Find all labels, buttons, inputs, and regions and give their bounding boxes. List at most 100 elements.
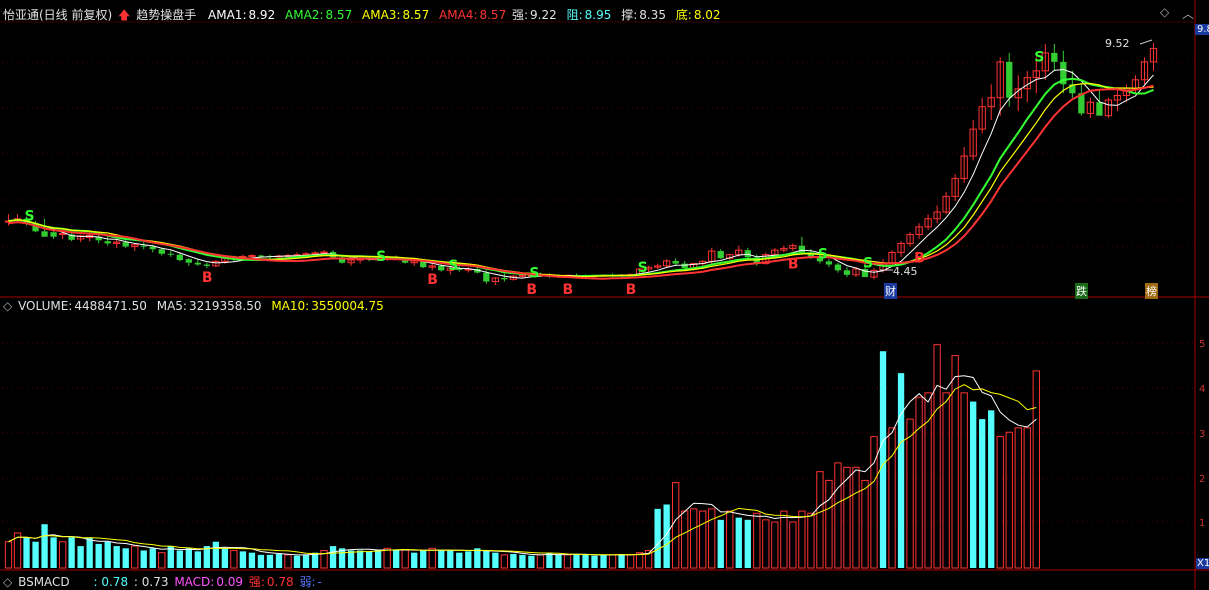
tag-fall[interactable]: 跌 [1075, 283, 1088, 299]
volume-bar-down [50, 537, 57, 568]
volume-unit[interactable]: X1 [1196, 558, 1209, 569]
macd-strong-value: 0.78 [266, 575, 294, 589]
price-panel-header: 怡亚通(日线 前复权) 🡅 趋势操盘手 AMA1: 8.92 AMA2: 8.57 … [3, 6, 508, 27]
macd-strong-label: 强: [248, 575, 265, 589]
candle-body-down [50, 232, 57, 237]
indicator-name[interactable]: 趋势操盘手 [136, 8, 196, 22]
candle-body-down [798, 245, 806, 253]
stock-chart[interactable]: B BB B BB BSSS S SSSS54321 [0, 0, 1209, 590]
resist-label: 阻: [566, 8, 583, 22]
volume-bar-up [834, 462, 842, 569]
volume-bar-up [626, 554, 635, 569]
volume-bar-up [816, 471, 824, 569]
volume-bar-down [86, 537, 93, 568]
low-price-label: 4.45 [893, 265, 918, 278]
volume-bar-up [681, 510, 689, 569]
candle-body-down [843, 270, 851, 275]
volume-bar-down [221, 548, 229, 568]
volume-bar-up [383, 547, 391, 569]
volume-bar-up [807, 512, 815, 569]
volume-bar-up [699, 510, 707, 569]
volume-bar-up [1032, 370, 1040, 569]
tag-ranking[interactable]: 榜 [1145, 283, 1158, 299]
volume-bar-down [483, 550, 490, 568]
candle-body-down [167, 253, 174, 255]
macd-weak-label: 弱: [299, 575, 316, 589]
candle-body-up [320, 251, 328, 254]
volume-bar-down [438, 549, 445, 568]
volume-bar-up [789, 521, 797, 569]
volume-bar-down [988, 410, 995, 568]
volume-bar-down [185, 548, 192, 568]
volume-bar-down [23, 537, 30, 568]
volume-bar-down [447, 550, 454, 568]
candle-body-down [203, 264, 211, 266]
sell-signal-mark: S [818, 247, 828, 263]
volume-bar-down [528, 555, 535, 568]
volume-bar-up [401, 549, 409, 569]
candle-body-up [58, 233, 67, 236]
macd-panel-header: ◇ BSMACD : 0.78 : 0.73 MACD: 0.09 强: 0.78 … [3, 573, 324, 590]
strong-value: 9.22 [530, 8, 557, 22]
resist-value: 8.95 [584, 8, 612, 22]
candle-body-up [311, 252, 319, 255]
volume-bar-down [122, 548, 129, 568]
volume-bar-down [510, 553, 517, 568]
volume-bar-down [356, 550, 364, 568]
bottom-value: 8.02 [693, 8, 721, 22]
candle-body-down [194, 262, 201, 265]
volume-bar-down [456, 552, 463, 568]
volume-bar-down [203, 546, 211, 568]
buy-signal-mark: B [562, 282, 573, 298]
candle-body-down [672, 260, 679, 264]
price-top-tick: 9.8 [1195, 24, 1209, 35]
volume-bar-down [347, 550, 355, 568]
macd-value-2: : 0.73 [133, 575, 169, 589]
volume-bar-up [771, 521, 779, 569]
candle-body-up [302, 253, 310, 256]
volume-icon: ◇ [3, 299, 13, 313]
volume-bar-up [960, 392, 968, 569]
volume-panel-header: ◇ VOLUME: 4488471.50 MA5: 3219358.50 MA10:… [3, 299, 386, 313]
volume-bar-up [888, 427, 896, 569]
volume-bar-down [257, 554, 265, 568]
sell-signal-mark: S [25, 209, 35, 225]
macd-value-1: : 0.78 [93, 575, 129, 589]
volume-axis-tick: 1 [1199, 518, 1205, 529]
volume-bar-down [879, 351, 887, 568]
volume-bar-down [32, 541, 39, 568]
candle-body-down [681, 263, 688, 269]
diamond-icon[interactable]: ◇ [1160, 5, 1169, 19]
macd-value: 0.09 [216, 575, 244, 589]
volume-bar-up [284, 554, 292, 569]
volume-bar-down [104, 541, 111, 568]
buy-signal-mark: B [526, 282, 537, 298]
volume-bar-down [113, 546, 120, 568]
stock-name[interactable]: 怡亚通(日线 前复权) [3, 8, 112, 22]
macd-label: MACD: [174, 575, 215, 589]
volume-bar-up [726, 510, 734, 569]
volume-bar-down [979, 419, 986, 568]
volume-bar-up [915, 396, 923, 569]
chevron-up-icon[interactable]: ︿ [1182, 5, 1194, 22]
candle-body-down [1051, 52, 1058, 62]
tag-finance[interactable]: 财 [884, 283, 897, 299]
macd-name[interactable]: BSMACD [18, 575, 70, 589]
volume-bar-down [618, 553, 625, 568]
sell-signal-mark: S [529, 265, 539, 281]
volume-bar-down [735, 517, 742, 568]
volume-axis-tick: 4 [1199, 384, 1205, 395]
volume-bar-down [492, 552, 499, 568]
bottom-label: 底: [675, 8, 692, 22]
volume-axis-tick: 5 [1199, 339, 1205, 350]
volume-bar-up [1023, 427, 1031, 569]
volume-bar-up [428, 547, 436, 569]
volume-bar-down [555, 554, 562, 568]
candle-body-down [501, 277, 508, 280]
volume-bar-down [897, 373, 905, 568]
candle-body-down [744, 250, 751, 258]
volume-bar-down [393, 550, 400, 568]
candle-body-down [176, 254, 183, 261]
candle-body-down [1006, 61, 1013, 98]
volume-bar-down [95, 543, 102, 568]
